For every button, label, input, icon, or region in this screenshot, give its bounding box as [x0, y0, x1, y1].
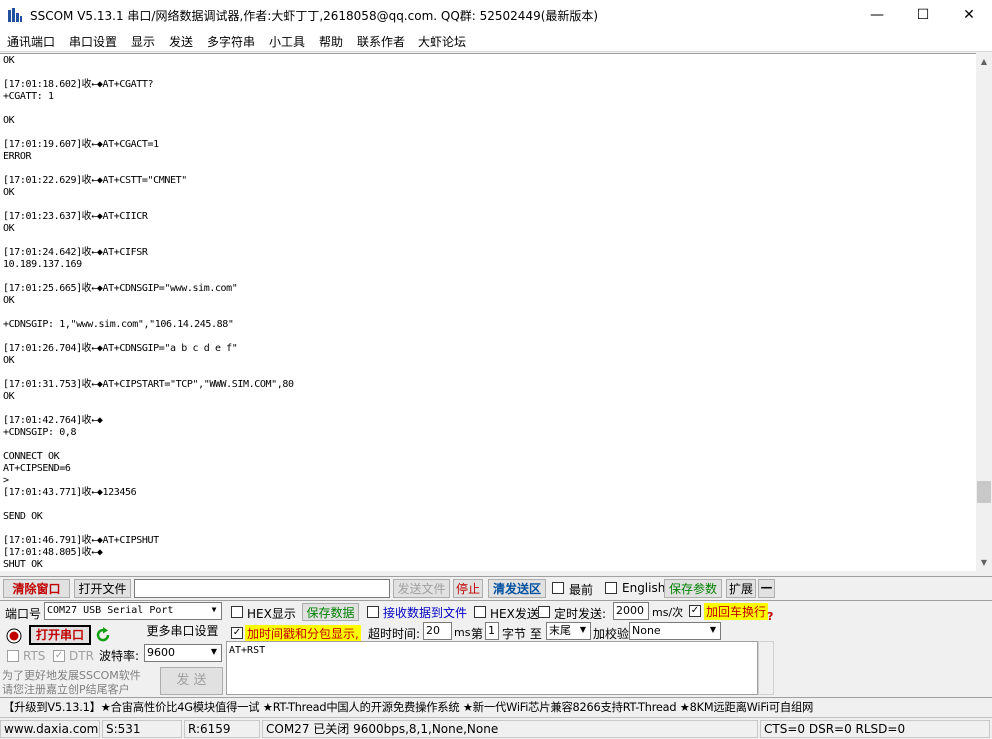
baud-select[interactable]: 9600 ▼: [144, 644, 222, 662]
port-value: COM27 USB Serial Port: [47, 605, 174, 616]
send-button[interactable]: 发 送: [160, 667, 223, 695]
scroll-up-icon[interactable]: ▲: [976, 54, 992, 70]
clear-send-button[interactable]: 清发送区: [488, 579, 546, 598]
chevron-down-icon: ▼: [706, 623, 720, 639]
english-label: English: [622, 581, 666, 595]
send-text: AT+RST: [229, 645, 266, 656]
received-count: R:6159: [184, 720, 260, 738]
menu-tools[interactable]: 小工具: [269, 33, 305, 50]
hex-send-label: HEX发送: [490, 607, 539, 621]
baud-value: 9600: [147, 646, 175, 659]
collapse-button[interactable]: —: [758, 579, 775, 598]
rts-checkbox[interactable]: [7, 650, 19, 662]
scroll-down-icon[interactable]: ▼: [976, 555, 992, 571]
more-settings-button[interactable]: 更多串口设置: [143, 622, 222, 641]
menu-help[interactable]: 帮助: [319, 33, 343, 50]
expand-button[interactable]: 扩展: [726, 579, 756, 598]
open-file-button[interactable]: 打开文件: [74, 579, 131, 598]
send-file-button[interactable]: 发送文件: [393, 579, 450, 598]
timeout-input[interactable]: 20: [423, 622, 452, 640]
sent-count: S:531: [102, 720, 182, 738]
line-status: CTS=0 DSR=0 RLSD=0: [760, 720, 990, 738]
record-icon[interactable]: [6, 628, 22, 644]
minimize-button[interactable]: —: [854, 0, 900, 30]
refresh-icon[interactable]: [95, 627, 111, 643]
title-bar: SSCOM V5.13.1 串口/网络数据调试器,作者:大虾丁丁,2618058…: [0, 0, 992, 30]
chevron-down-icon: ▼: [207, 645, 221, 661]
timeout-unit: ms: [454, 626, 471, 639]
window-title: SSCOM V5.13.1 串口/网络数据调试器,作者:大虾丁丁,2618058…: [30, 9, 599, 23]
add-crlf-label: 加回车换行: [704, 603, 769, 620]
menu-bar: 通讯端口 串口设置 显示 发送 多字符串 小工具 帮助 联系作者 大虾论坛: [0, 30, 992, 52]
send-scrollbar[interactable]: [758, 641, 774, 695]
timestamp-label: 加时间戳和分包显示,: [245, 625, 361, 642]
menu-send[interactable]: 发送: [169, 33, 193, 50]
status-bar: www.daxia.com S:531 R:6159 COM27 已关闭 960…: [0, 717, 992, 739]
open-port-button[interactable]: 打开串口: [29, 625, 91, 645]
baud-label: 波特率:: [99, 649, 140, 663]
app-icon: [8, 8, 22, 22]
port-select[interactable]: COM27 USB Serial Port ▼: [44, 602, 222, 620]
clear-window-button[interactable]: 清除窗口: [3, 579, 70, 598]
byte-prefix: 第: [471, 627, 484, 641]
rts-label: RTS: [23, 649, 46, 663]
checksum-select[interactable]: None ▼: [629, 622, 721, 640]
timed-send-label: 定时发送:: [554, 607, 607, 621]
close-button[interactable]: ✕: [946, 0, 992, 30]
news-ticker[interactable]: 【升级到V5.13.1】★合宙高性价比4G模块值得一试 ★RT-Thread中国…: [3, 699, 813, 715]
english-checkbox[interactable]: [605, 582, 617, 594]
chevron-down-icon: ▼: [207, 603, 221, 619]
port-label: 端口号: [5, 607, 42, 621]
byte-end-select[interactable]: 末尾 ▼: [546, 622, 591, 640]
chevron-down-icon: ▼: [576, 623, 590, 639]
save-params-button[interactable]: 保存参数: [664, 579, 722, 598]
receive-area[interactable]: OK [17:01:18.602]收←◆AT+CGATT? +CGATT: 1 …: [0, 53, 976, 571]
checksum-label: 加校验: [593, 627, 630, 641]
maximize-button[interactable]: ☐: [900, 0, 946, 30]
receive-log: OK [17:01:18.602]收←◆AT+CGATT? +CGATT: 1 …: [3, 55, 294, 570]
recv-to-file-label[interactable]: 接收数据到文件: [383, 604, 467, 621]
help-icon[interactable]: ?: [767, 610, 773, 623]
add-crlf-checkbox[interactable]: ✓: [689, 605, 701, 617]
checksum-value: None: [632, 624, 661, 637]
send-text-area[interactable]: AT+RST: [226, 641, 758, 695]
timestamp-checkbox[interactable]: ✓: [231, 627, 243, 639]
byte-end-value: 末尾: [549, 624, 571, 637]
topmost-label: 最前: [569, 583, 594, 597]
topmost-checkbox[interactable]: [552, 582, 564, 594]
interval-unit: ms/次: [652, 606, 684, 619]
hex-send-checkbox[interactable]: [474, 606, 486, 618]
hex-display-checkbox[interactable]: [231, 606, 243, 618]
timeout-label: 超时时间:: [368, 627, 421, 641]
dtr-checkbox[interactable]: ✓: [53, 650, 65, 662]
menu-serial-settings[interactable]: 串口设置: [69, 33, 117, 50]
scroll-thumb[interactable]: [977, 481, 991, 503]
interval-input[interactable]: 2000: [613, 602, 649, 620]
menu-comm-port[interactable]: 通讯端口: [7, 33, 55, 50]
menu-contact-author[interactable]: 联系作者: [357, 33, 405, 50]
promo-line-2: 请您注册嘉立创P结尾客户: [2, 683, 130, 696]
file-path-input[interactable]: [134, 579, 390, 598]
port-status: COM27 已关闭 9600bps,8,1,None,None: [262, 720, 758, 738]
stop-button[interactable]: 停止: [453, 579, 483, 598]
hex-display-label: HEX显示: [247, 607, 296, 621]
website-link[interactable]: www.daxia.com: [0, 720, 100, 738]
menu-multi-string[interactable]: 多字符串: [207, 33, 255, 50]
byte-suffix: 字节 至: [502, 627, 542, 641]
save-data-button[interactable]: 保存数据: [302, 603, 359, 621]
dtr-label: DTR: [69, 649, 94, 663]
timed-send-checkbox[interactable]: [538, 606, 550, 618]
menu-display[interactable]: 显示: [131, 33, 155, 50]
recv-to-file-checkbox[interactable]: [367, 606, 379, 618]
byte-start-input[interactable]: 1: [485, 622, 499, 640]
menu-forum[interactable]: 大虾论坛: [418, 33, 466, 50]
